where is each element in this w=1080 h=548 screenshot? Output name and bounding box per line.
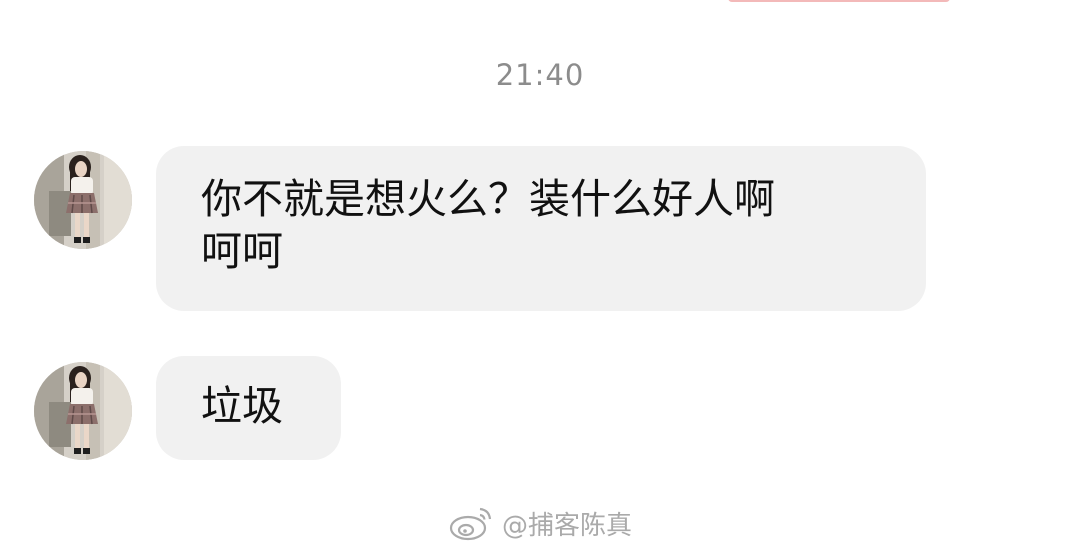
avatar-girl-image: [34, 151, 132, 249]
watermark: @捕客陈真: [448, 503, 632, 543]
message-timestamp: 21:40: [495, 58, 585, 92]
message-bubble[interactable]: 你不就是想火么？装什么好人啊 呵呵: [156, 146, 926, 311]
message-text: 你不就是想火么？装什么好人啊 呵呵: [201, 175, 775, 275]
sender-avatar[interactable]: [34, 151, 132, 249]
weibo-logo-icon: [449, 507, 492, 541]
message-text: 垃圾: [201, 382, 283, 430]
avatar-girl-image: [34, 362, 132, 460]
sender-avatar[interactable]: [34, 362, 132, 460]
partial-banner-edge: [728, 0, 950, 2]
message-bubble[interactable]: 垃圾: [156, 356, 341, 460]
watermark-text: @捕客陈真: [502, 510, 633, 541]
